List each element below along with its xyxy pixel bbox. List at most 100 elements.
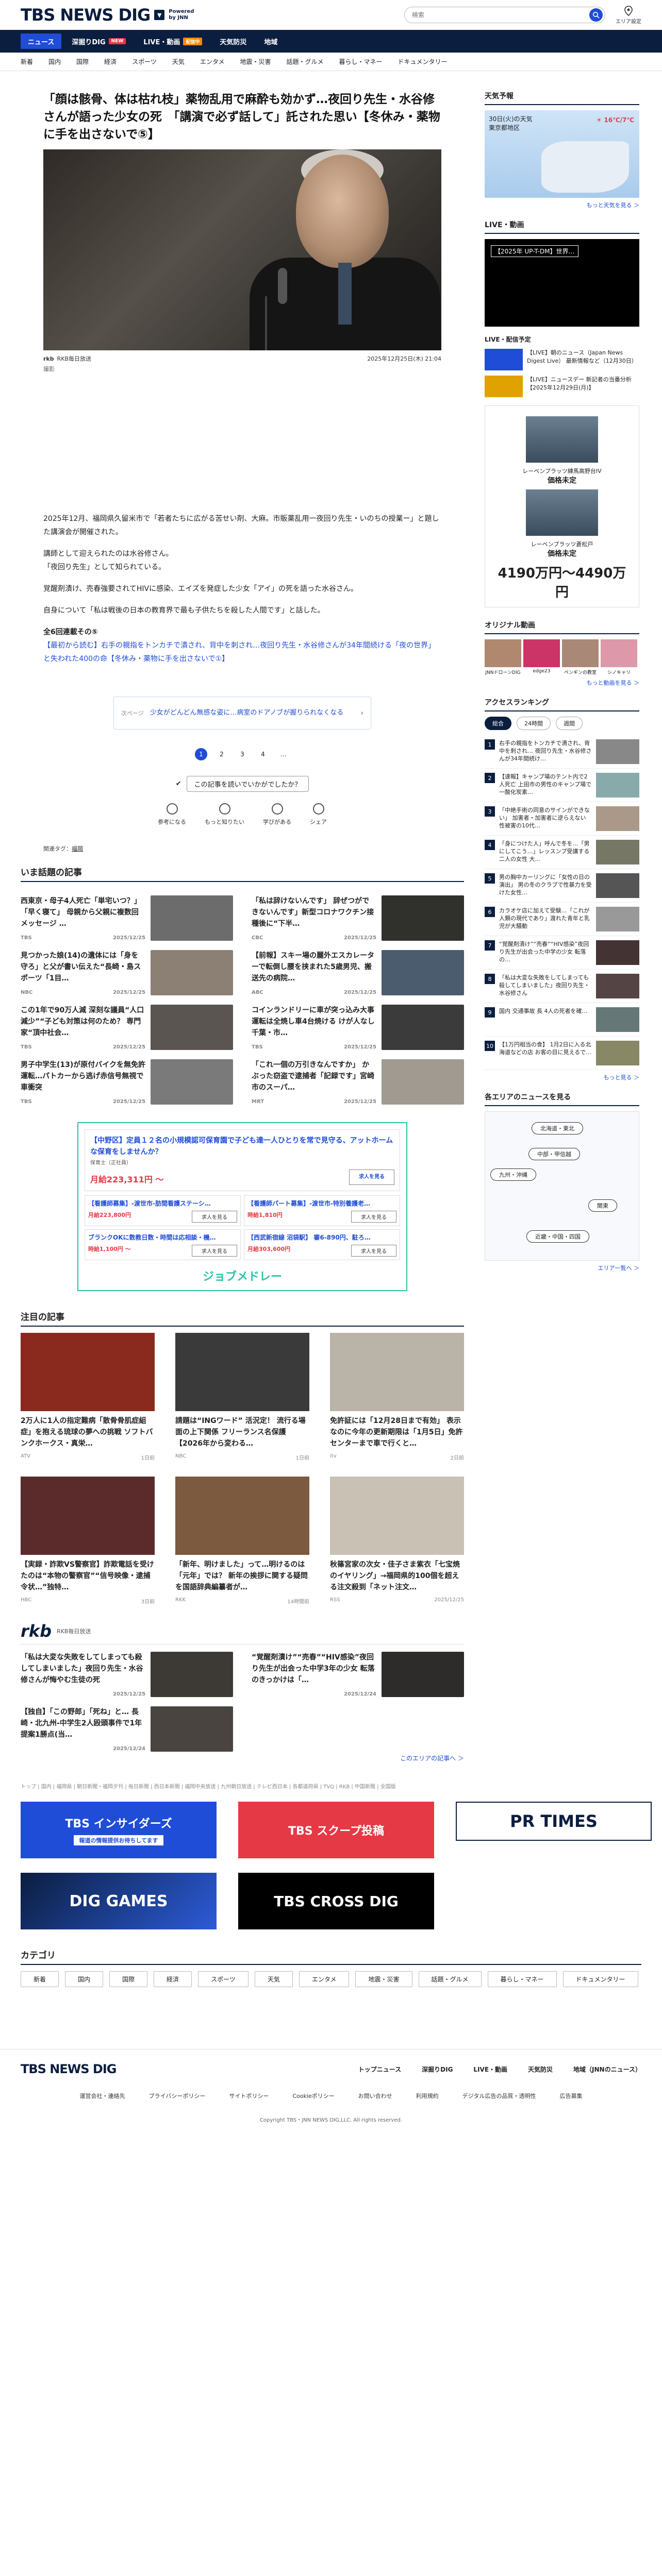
ranking-item[interactable]: 8 「私は大変な失敗をしてしまっても殺してしまいました」夜回り先生・水谷修さん [485, 970, 639, 1003]
category-button[interactable]: エンタメ [299, 1971, 350, 1987]
share-button[interactable]: シェア [310, 803, 327, 826]
video-item[interactable]: JNNドローンDIG [485, 639, 521, 675]
area-kinki[interactable]: 近畿・中国・四国 [526, 1230, 589, 1243]
article-source[interactable]: rkb RKB毎日放送 [43, 354, 91, 363]
rkb-item[interactable]: “覚醒剤漬け”“売春”“HIV感染”夜回り先生が出会った中学3年の少女 転落のき… [252, 1645, 464, 1697]
hot-item[interactable]: 西東京・母子4人死亡「単宅いつ？」「早く寝て」 母親から父親に複数回メッセージ … [21, 888, 233, 941]
footer-sub-link[interactable]: プライバシーポリシー [149, 2092, 206, 2100]
ranking-item[interactable]: 4 「身につけた人」呼んで冬を…「男にしてこう…」レッスンプ受講する二人の女性 大… [485, 836, 639, 869]
live-player[interactable]: 【2025年 UP-T-DM】世界… [485, 239, 639, 327]
area-hokkaido-tohoku[interactable]: 北海道・東北 [532, 1122, 583, 1134]
video-item[interactable]: シノキャリ [601, 639, 637, 675]
reaction-more-button[interactable]: もっと知りたい [205, 803, 244, 826]
tab-24h[interactable]: 24時間 [517, 717, 551, 730]
footer-sub-link[interactable]: 利用規約 [416, 2092, 439, 2100]
category-button[interactable]: 国内 [65, 1971, 104, 1987]
footer-sub-link[interactable]: 広告募集 [559, 2092, 582, 2100]
area-setting-button[interactable]: エリア設定 [616, 5, 641, 25]
footer-sub-link[interactable]: サイトポリシー [229, 2092, 269, 2100]
tag-link[interactable]: 福岡 [72, 845, 83, 852]
job-ad[interactable]: 【中野区】定員１２名の小規模認可保育園で子ども達一人ひとりを常で見守る、アットホ… [77, 1122, 407, 1291]
category-button[interactable]: 話題・グルメ [418, 1971, 482, 1987]
footer-sub-link[interactable]: デジタル広告の品質・透明性 [462, 2092, 536, 2100]
featured-item[interactable]: 2万人に1人の指定難病「散骨骨肌症組症」を抱える琉球の夢への挑戦 ソフトバンクホ… [21, 1333, 155, 1461]
nav-news[interactable]: ニュース [21, 33, 62, 49]
subnav-item[interactable]: エンタメ [200, 57, 225, 66]
featured-item[interactable]: 免許証には「12月28日まで有効」 表示なのに今年の更新期限は「1月5日」免許セ… [330, 1333, 464, 1461]
nav-region[interactable]: 地域 [257, 33, 285, 49]
page-2[interactable]: 2 [216, 748, 228, 760]
footer-link[interactable]: トップニュース [358, 2065, 401, 2074]
search-input[interactable] [412, 11, 589, 19]
site-logo[interactable]: TBS NEWS DIG ▼ Powered by JNN [21, 5, 194, 25]
category-button[interactable]: 国際 [109, 1971, 148, 1987]
tab-overall[interactable]: 総合 [485, 717, 511, 730]
subnav-item[interactable]: 話題・グルメ [287, 57, 324, 66]
rkb-more-link[interactable]: このエリアの記事へ ＞ [21, 1754, 464, 1762]
ranking-item[interactable]: 7 “覚醒剤漬け”“売春”“HIV感染”夜回り先生が出会った中学の少女 転落の… [485, 936, 639, 970]
subnav-item[interactable]: スポーツ [132, 57, 157, 66]
subnav-item[interactable]: 経済 [104, 57, 117, 66]
footer-logo[interactable]: TBS NEWS DIG [21, 2062, 117, 2076]
area-kanto[interactable]: 関東 [588, 1199, 617, 1212]
nav-live[interactable]: LIVE・動画 配信中 [136, 33, 209, 49]
area-chubu[interactable]: 中部・甲信越 [528, 1148, 580, 1160]
hot-item[interactable]: 男子中学生(13)が原付バイクを無免許運転…パトカーから逃げ赤信号無視で車衝突 T… [21, 1052, 233, 1105]
subnav-item[interactable]: ドキュメンタリー [398, 57, 448, 66]
subnav-item[interactable]: 国際 [76, 57, 89, 66]
footer-sub-link[interactable]: Cookieポリシー [292, 2092, 334, 2100]
ranking-item[interactable]: 2 【速報】キャンプ場のテント内で2人死亡 上田市の男性のキャンプ場で一酸化炭素… [485, 769, 639, 802]
hot-item[interactable]: コインランドリーに車が突っ込み大事 運転は全焼し車4台焼ける けが人なし 千葉・… [252, 997, 464, 1050]
weather-widget[interactable]: 30日(火)の天気 東京都地区 ☀ 16℃/7℃ [485, 110, 639, 198]
hot-item[interactable]: この1年で90万人減 深刻な議員“人口減少”“子ども対策は何のため？ 専門家“頂… [21, 997, 233, 1050]
hot-item[interactable]: 見つかった娘(14)の遺体には「身を守ろ」と父が書い伝えた“長崎・島スポーツ「1… [21, 943, 233, 995]
ranking-item[interactable]: 6 カラオケ店に加えて受験…「これが人類の現代であり」渡れた青年と乳児が大騒動 [485, 903, 639, 936]
featured-item[interactable]: 請題は“INGワード” 活況定！ 流行る場面の上下関係 フリーランス名保護【20… [175, 1333, 309, 1461]
area-kyushu[interactable]: 九州・沖縄 [490, 1168, 536, 1181]
subnav-item[interactable]: 国内 [48, 57, 61, 66]
footer-sub-link[interactable]: 運営会社・連絡先 [80, 2092, 125, 2100]
ranking-item[interactable]: 1 右手の親指をトンカチで潰され、背中を刺され… 夜回り先生・水谷修さんが34年間… [485, 735, 639, 769]
ad-view-button[interactable]: 求人を見る [349, 1170, 394, 1185]
diggames-banner[interactable]: DIG GAMES [21, 1873, 217, 1929]
ad-cell[interactable]: ブランクOKに数教日数・時間は応相談・機… 時給1,100円 ～求人を見る [85, 1229, 241, 1260]
tab-weekly[interactable]: 週間 [556, 717, 583, 730]
category-button[interactable]: ドキュメンタリー [562, 1971, 638, 1987]
footer-link[interactable]: 天気防災 [528, 2065, 553, 2074]
page-1[interactable]: 1 [195, 748, 207, 760]
page-4[interactable]: 4 [257, 748, 269, 760]
subnav-item[interactable]: 天気 [172, 57, 185, 66]
hot-item[interactable]: 【前報】スキー場の麗外エスカレーターで転倒し腰を挟まれた5歳男児、搬送先の病院…… [252, 943, 464, 995]
footer-link[interactable]: LIVE・動画 [473, 2065, 507, 2074]
ranking-item[interactable]: 10 【1万円相当の食】 1月2日に入る北海道などの店 お客の目に見えるで… [485, 1037, 639, 1070]
prtimes-banner[interactable]: PR TIMES [456, 1802, 652, 1841]
subnav-item[interactable]: 暮らし・マネー [339, 57, 383, 66]
category-button[interactable]: 新着 [21, 1971, 59, 1987]
category-button[interactable]: 暮らし・マネー [487, 1971, 557, 1987]
ranking-item[interactable]: 9 国内 交通事故 長 4人の死者を確… [485, 1003, 639, 1037]
hot-item[interactable]: 「私は辞けないんです」 辞ぜつができないんです」新型コロナワクチン接種後に“下半… [252, 888, 464, 941]
weather-more-link[interactable]: もっと天気を見る ＞ [485, 201, 640, 209]
series-first-link[interactable]: 【最初から読む】右手の親指をトンカチで潰され、背中を刺され…夜回り先生・水谷修さ… [43, 641, 435, 663]
nav-dig[interactable]: 深掘りDIG NEW [64, 33, 133, 49]
ad-cell[interactable]: 【看護師募集】-渡世市-肪間看護ステーシ… 月給223,800円 求人を見る [85, 1195, 241, 1226]
category-button[interactable]: 天気 [254, 1971, 293, 1987]
video-item[interactable]: edge23 [523, 639, 560, 675]
crossdig-banner[interactable]: TBS CROSS DIG [238, 1873, 434, 1929]
video-more-link[interactable]: もっと動画を見る ＞ [485, 679, 640, 687]
insiders-banner[interactable]: TBS インサイダーズ 報道の情報提供お待ちしてます [21, 1802, 217, 1858]
page-3[interactable]: 3 [236, 748, 249, 760]
subnav-item[interactable]: 地震・災害 [240, 57, 271, 66]
footer-sub-link[interactable]: お問い合わせ [358, 2092, 392, 2100]
category-button[interactable]: スポーツ [198, 1971, 249, 1987]
reaction-helpful-button[interactable]: 参考になる [158, 803, 186, 826]
footer-link[interactable]: 地域（JNNのニュース） [573, 2065, 641, 2074]
reaction-learn-button[interactable]: 学びがある [263, 803, 291, 826]
subnav-item[interactable]: 新着 [21, 57, 33, 66]
ranking-item[interactable]: 3 「中絶手術の同意のサインができない」 加害者・加害者に逆らえない 性被害の10… [485, 802, 639, 836]
ranking-item[interactable]: 5 男の胸中カーリングに「女性の日の演出」 男の冬のクラブで性暴力を受けた女性… [485, 869, 639, 903]
search-button[interactable] [589, 8, 603, 22]
ad-top-card[interactable]: 【中野区】定員１２名の小規模認可保育園で子ども達一人ひとりを常で見守る、アットホ… [85, 1129, 400, 1191]
nav-weather[interactable]: 天気防災 [212, 33, 254, 49]
featured-item[interactable]: 【実録・詐欺VS警察官】詐欺電話を受けたのは“本物の警察官”“信号映像・逮捕令状… [21, 1477, 155, 1605]
